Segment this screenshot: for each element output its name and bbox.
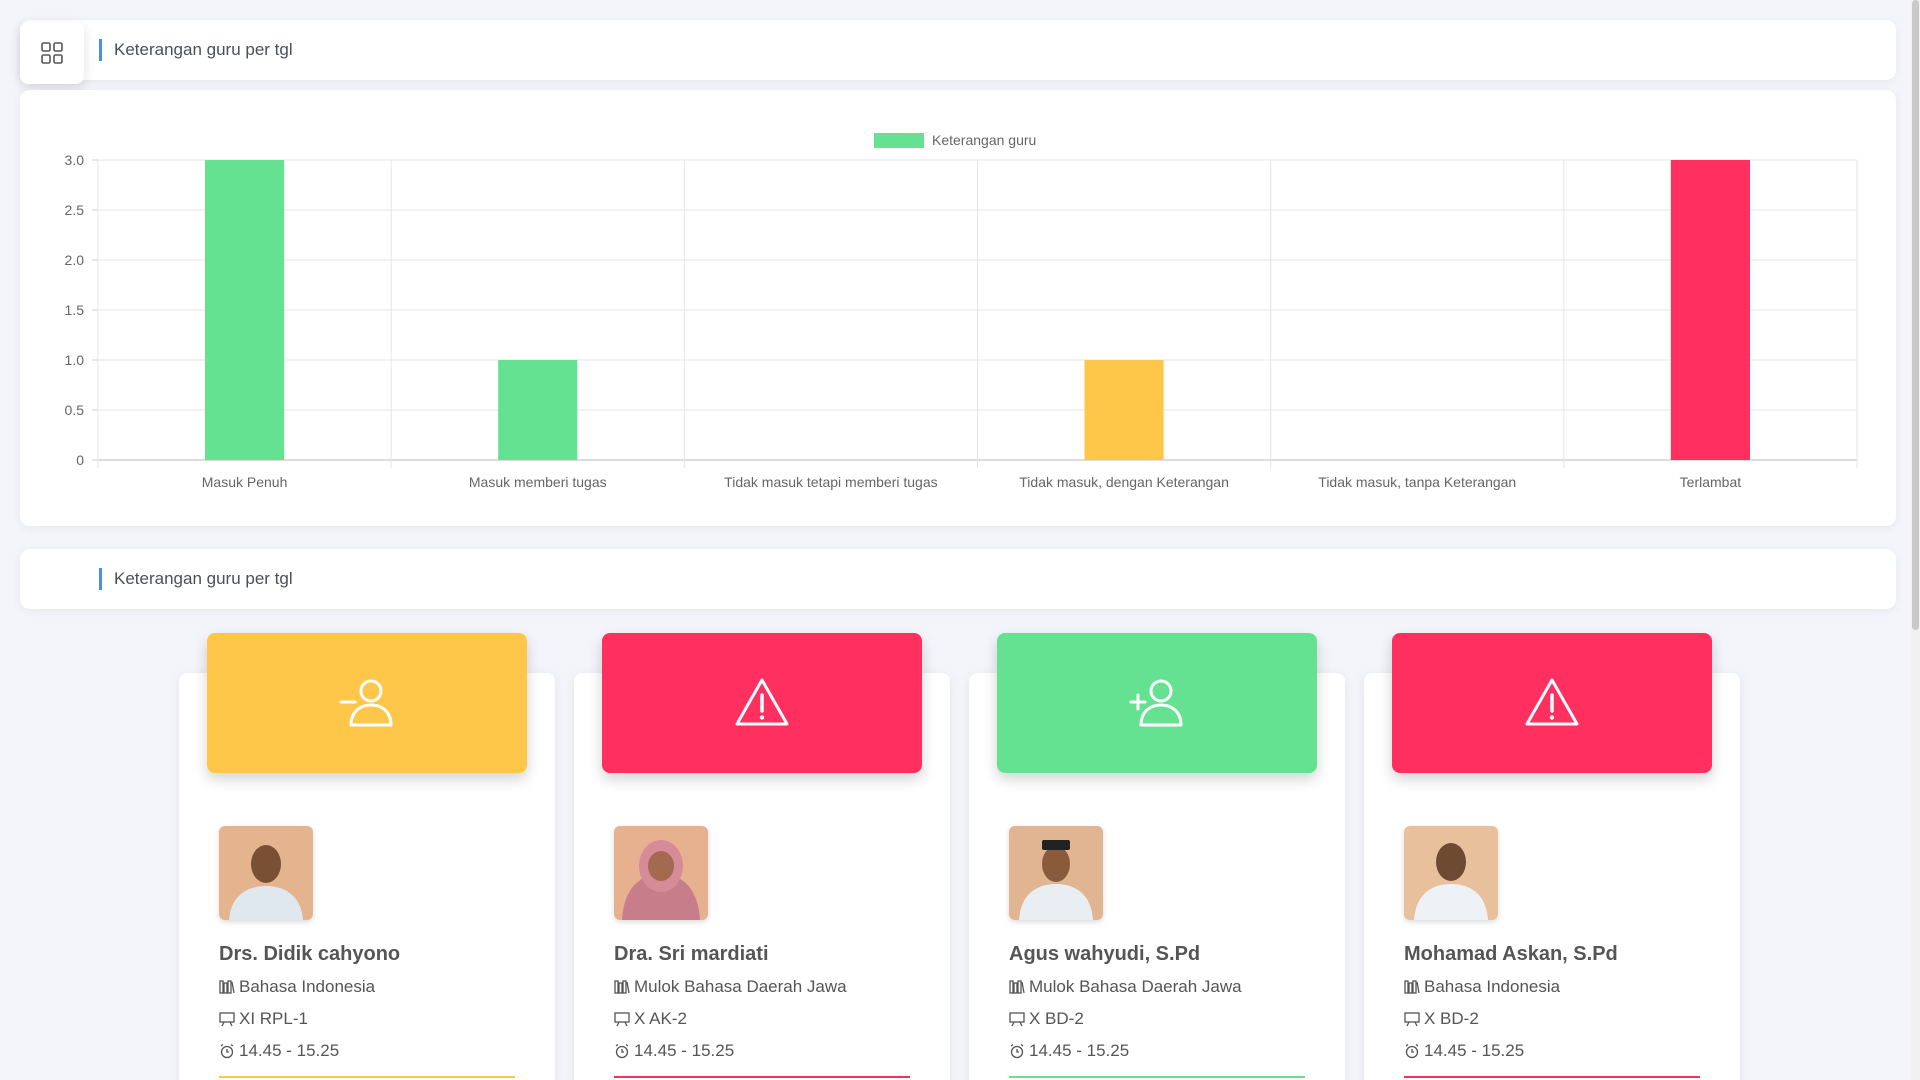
time-text: 14.45 - 15.25	[239, 1041, 340, 1060]
class-row: X BD-2	[1404, 1009, 1479, 1029]
avatar	[614, 826, 708, 920]
teacher-card[interactable]: Agus wahyudi, S.Pd Mulok Bahasa Daerah J…	[969, 633, 1345, 1080]
alarm-icon	[220, 1043, 234, 1059]
books-icon	[219, 980, 235, 994]
avatar	[1009, 826, 1103, 920]
y-tick-label: 2.0	[65, 252, 85, 268]
class-text: X AK-2	[634, 1009, 687, 1028]
user-plus-icon	[1129, 679, 1183, 727]
class-row: XI RPL-1	[219, 1009, 308, 1029]
card-divider	[1404, 1076, 1700, 1078]
subject-text: Mulok Bahasa Daerah Jawa	[1029, 977, 1242, 996]
warning-icon	[735, 678, 789, 726]
section-title: Keterangan guru per tgl	[99, 568, 293, 590]
card-header	[1392, 633, 1712, 773]
bar	[1670, 160, 1750, 460]
vertical-scrollbar[interactable]	[1911, 0, 1920, 1080]
subject-row: Mulok Bahasa Daerah Jawa	[614, 977, 847, 997]
legend-swatch	[874, 133, 924, 148]
avatar	[219, 826, 313, 920]
card-divider	[614, 1076, 910, 1078]
alarm-icon	[1405, 1043, 1419, 1059]
alarm-icon	[1010, 1043, 1024, 1059]
time-row: 14.45 - 15.25	[1404, 1041, 1524, 1061]
legend-label: Keterangan guru	[932, 132, 1036, 148]
x-tick-label: Tidak masuk tetapi memberi tugas	[724, 474, 937, 490]
teacher-name: Drs. Didik cahyono	[219, 943, 401, 965]
subject-text: Mulok Bahasa Daerah Jawa	[634, 977, 847, 996]
chart-panel: 0 0.5 1.0 1.5 2.0 2.5 3.0 Masuk Penuh Masuk memb…	[20, 90, 1896, 526]
y-tick-label: 1.5	[65, 302, 85, 318]
header-panel: Keterangan guru per tgl	[20, 20, 1896, 84]
classroom-icon	[614, 1012, 630, 1027]
time-row: 14.45 - 15.25	[219, 1041, 339, 1061]
classroom-icon	[1009, 1012, 1025, 1027]
teacher-name: Agus wahyudi, S.Pd	[1009, 943, 1201, 965]
x-tick-label: Terlambat	[1680, 474, 1742, 490]
page-title: Keterangan guru per tgl	[99, 39, 293, 61]
teacher-name: Dra. Sri mardiati	[614, 943, 769, 965]
subject-text: Bahasa Indonesia	[239, 977, 376, 996]
subject-text: Bahasa Indonesia	[1424, 977, 1561, 996]
class-text: X BD-2	[1424, 1009, 1479, 1028]
card-header	[997, 633, 1317, 773]
books-icon	[1009, 980, 1025, 994]
teacher-card[interactable]: Dra. Sri mardiati Mulok Bahasa Daerah Ja…	[574, 633, 950, 1080]
card-divider	[219, 1076, 515, 1078]
bar	[205, 160, 285, 460]
card-divider	[1009, 1076, 1305, 1078]
subject-row: Bahasa Indonesia	[219, 977, 375, 997]
y-tick-label: 1.0	[65, 352, 85, 368]
class-text: XI RPL-1	[239, 1009, 308, 1028]
user-minus-icon	[339, 679, 393, 727]
bar-chart: 0 0.5 1.0 1.5 2.0 2.5 3.0 Masuk Penuh Masuk memb…	[65, 132, 1858, 490]
teacher-card[interactable]: Mohamad Askan, S.Pd Bahasa Indonesia X B…	[1364, 633, 1740, 1080]
grid-icon	[41, 42, 63, 64]
avatar	[1404, 826, 1498, 920]
classroom-icon	[219, 1012, 235, 1027]
card-header	[207, 633, 527, 773]
section-header-panel: Keterangan guru per tgl	[20, 549, 1896, 609]
books-icon	[1404, 980, 1420, 994]
class-text: X BD-2	[1029, 1009, 1084, 1028]
x-tick-label: Tidak masuk, tanpa Keterangan	[1318, 474, 1516, 490]
y-tick-label: 0	[76, 452, 84, 468]
y-tick-label: 3.0	[65, 152, 85, 168]
bar	[498, 360, 578, 460]
time-row: 14.45 - 15.25	[614, 1041, 734, 1061]
y-tick-label: 2.5	[65, 202, 85, 218]
time-text: 14.45 - 15.25	[1029, 1041, 1130, 1060]
card-header	[602, 633, 922, 773]
books-icon	[614, 980, 630, 994]
x-tick-label: Masuk Penuh	[202, 474, 288, 490]
class-row: X AK-2	[614, 1009, 687, 1029]
x-tick-label: Masuk memberi tugas	[469, 474, 607, 490]
time-text: 14.45 - 15.25	[1424, 1041, 1525, 1060]
teacher-name: Mohamad Askan, S.Pd	[1404, 943, 1618, 965]
alarm-icon	[615, 1043, 629, 1059]
scrollbar-thumb[interactable]	[1912, 0, 1919, 630]
class-row: X BD-2	[1009, 1009, 1084, 1029]
bar	[1084, 360, 1164, 460]
subject-row: Mulok Bahasa Daerah Jawa	[1009, 977, 1242, 997]
menu-button[interactable]	[20, 22, 84, 84]
teacher-card[interactable]: Drs. Didik cahyono Bahasa Indonesia XI R…	[179, 633, 555, 1080]
time-text: 14.45 - 15.25	[634, 1041, 735, 1060]
subject-row: Bahasa Indonesia	[1404, 977, 1560, 997]
y-tick-label: 0.5	[65, 402, 85, 418]
classroom-icon	[1404, 1012, 1420, 1027]
warning-icon	[1525, 678, 1579, 726]
time-row: 14.45 - 15.25	[1009, 1041, 1129, 1061]
x-tick-label: Tidak masuk, dengan Keterangan	[1019, 474, 1229, 490]
